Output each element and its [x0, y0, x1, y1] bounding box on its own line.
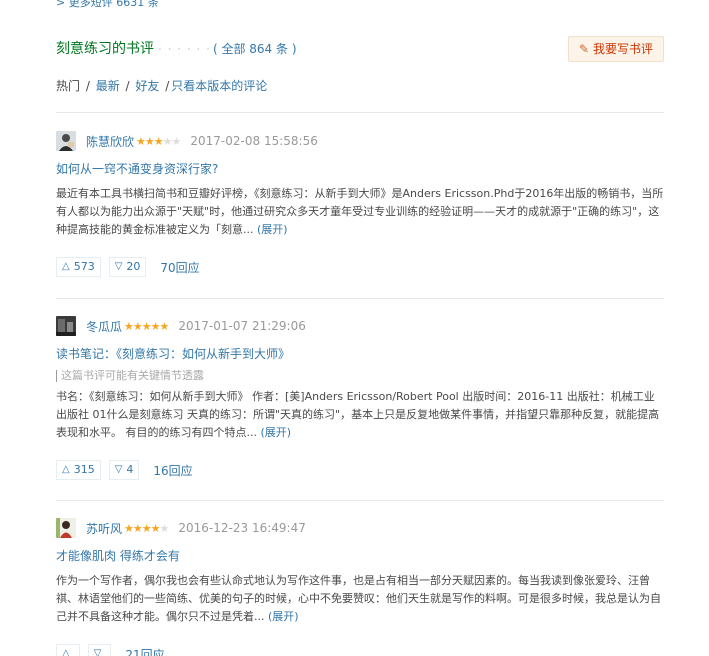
downvote-button[interactable]: ▽ 4	[108, 460, 140, 480]
star-icon: ★	[141, 521, 152, 535]
rating-stars: ★ ★ ★ ★ ★	[124, 521, 170, 535]
review-excerpt: 最近有本工具书横扫简书和豆瓣好评榜，《刻意练习：从新手到大师》是Anders E…	[56, 187, 664, 236]
upvote-count: 573	[73, 260, 95, 273]
star-icon: ★	[159, 521, 170, 535]
star-icon: ★	[171, 134, 182, 148]
triangle-up-icon: △	[62, 648, 70, 656]
star-icon: ★	[150, 319, 161, 333]
star-icon: ★	[162, 134, 173, 148]
review-item: 冬瓜瓜 ★ ★ ★ ★ ★ 2017-01-07 21:29:06 读书笔记：《刻意练习…	[56, 316, 664, 480]
filter-separator: /	[161, 79, 170, 93]
review-header: 陈慧欣欣 ★ ★ ★ ★ ★ 2017-02-08 15:58:56	[56, 131, 664, 151]
review-actions: △ 573 ▽ 20 70回应	[56, 257, 664, 277]
downvote-button[interactable]: ▽	[87, 644, 112, 656]
more-short-reviews-link[interactable]: > 更多短评 6631 条	[56, 0, 159, 10]
upvote-button[interactable]: △	[56, 644, 80, 656]
section-dots: · · · · · ·	[158, 42, 211, 56]
star-icon: ★	[144, 134, 155, 148]
avatar[interactable]	[56, 316, 76, 336]
star-icon: ★	[150, 521, 161, 535]
review-time: 2017-01-07 21:29:06	[178, 319, 306, 333]
reviews-section-header: 刻意练习的书评 · · · · · ·( 全部 864 条 ) ✎ 我要写书评	[56, 36, 664, 64]
filter-separator: /	[121, 79, 134, 93]
filter-hot[interactable]: 热门	[56, 79, 80, 93]
section-title: 刻意练习的书评	[56, 41, 154, 57]
review-author[interactable]: 苏听风	[86, 520, 122, 537]
filter-friends[interactable]: 好友	[135, 79, 159, 93]
downvote-count: 4	[126, 463, 134, 476]
rating-stars: ★ ★ ★ ★ ★	[124, 319, 170, 333]
star-icon: ★	[124, 521, 134, 535]
write-review-button[interactable]: ✎ 我要写书评	[568, 36, 664, 62]
star-icon: ★	[132, 521, 143, 535]
review-time: 2016-12-23 16:49:47	[178, 521, 306, 535]
write-review-label: 我要写书评	[593, 42, 654, 56]
star-icon: ★	[124, 319, 134, 333]
review-header: 冬瓜瓜 ★ ★ ★ ★ ★ 2017-01-07 21:29:06	[56, 316, 664, 336]
replies-link[interactable]: 70回应	[160, 259, 199, 276]
review-body: 最近有本工具书横扫简书和豆瓣好评榜，《刻意练习：从新手到大师》是Anders E…	[56, 185, 664, 239]
review-time: 2017-02-08 15:58:56	[190, 134, 318, 148]
review-title[interactable]: 如何从一窍不通变身资深行家?	[56, 161, 664, 177]
avatar[interactable]	[56, 518, 76, 538]
star-icon: ★	[136, 134, 146, 148]
downvote-count: 20	[126, 260, 141, 273]
review-excerpt: 作为一个写作者，偶尔我也会有些认命式地认为写作这件事，也是占有相当一部分天赋因素…	[56, 574, 661, 623]
star-icon: ★	[132, 319, 143, 333]
review-author[interactable]: 陈慧欣欣	[86, 133, 134, 150]
triangle-up-icon: △	[62, 261, 70, 272]
star-icon: ★	[159, 319, 170, 333]
divider	[56, 500, 664, 501]
review-actions: △ 315 ▽ 4 16回应	[56, 460, 664, 480]
review-item: 陈慧欣欣 ★ ★ ★ ★ ★ 2017-02-08 15:58:56 如何从一窍不通变身…	[56, 131, 664, 277]
star-icon: ★	[141, 319, 152, 333]
filter-separator: /	[82, 79, 94, 93]
all-reviews-link[interactable]: ( 全部 864 条 )	[213, 42, 297, 56]
review-excerpt: 书名：《刻意练习：如何从新手到大师》 作者：[美]Anders Ericsson…	[56, 390, 660, 439]
triangle-down-icon: ▽	[114, 261, 123, 272]
star-icon: ★	[153, 134, 164, 148]
review-body: 书名：《刻意练习：如何从新手到大师》 作者：[美]Anders Ericsson…	[56, 388, 664, 442]
upvote-count: 315	[73, 463, 95, 476]
review-author[interactable]: 冬瓜瓜	[86, 318, 122, 335]
review-item: 苏听风 ★ ★ ★ ★ ★ 2016-12-23 16:49:47 才能像肌肉 得练才会…	[56, 518, 664, 656]
review-header: 苏听风 ★ ★ ★ ★ ★ 2016-12-23 16:49:47	[56, 518, 664, 538]
expand-link[interactable]: (展开)	[268, 610, 299, 623]
expand-link[interactable]: (展开)	[257, 223, 288, 236]
expand-link[interactable]: (展开)	[261, 426, 292, 439]
pencil-icon: ✎	[578, 42, 590, 56]
rating-stars: ★ ★ ★ ★ ★	[136, 134, 182, 148]
upvote-button[interactable]: △ 315	[56, 460, 101, 480]
review-body: 作为一个写作者，偶尔我也会有些认命式地认为写作这件事，也是占有相当一部分天赋因素…	[56, 572, 664, 626]
filter-this-edition[interactable]: 只看本版本的评论	[171, 79, 267, 93]
spoiler-warning: 这篇书评可能有关键情节透露	[56, 370, 664, 382]
avatar[interactable]	[56, 131, 76, 151]
review-actions: △ ▽ 21回应	[56, 644, 664, 656]
triangle-down-icon: ▽	[114, 464, 123, 475]
divider	[56, 298, 664, 299]
review-title[interactable]: 才能像肌肉 得练才会有	[56, 548, 664, 564]
divider	[56, 112, 664, 113]
upvote-button[interactable]: △ 573	[56, 257, 101, 277]
replies-link[interactable]: 16回应	[153, 462, 192, 479]
review-title[interactable]: 读书笔记：《刻意练习：如何从新手到大师》	[56, 346, 664, 362]
replies-link[interactable]: 21回应	[125, 646, 164, 656]
triangle-up-icon: △	[62, 464, 70, 475]
triangle-down-icon: ▽	[93, 648, 102, 656]
review-filters: 热门 / 最新 / 好友 / 只看本版本的评论	[56, 77, 267, 94]
filter-latest[interactable]: 最新	[96, 79, 120, 93]
downvote-button[interactable]: ▽ 20	[108, 257, 147, 277]
